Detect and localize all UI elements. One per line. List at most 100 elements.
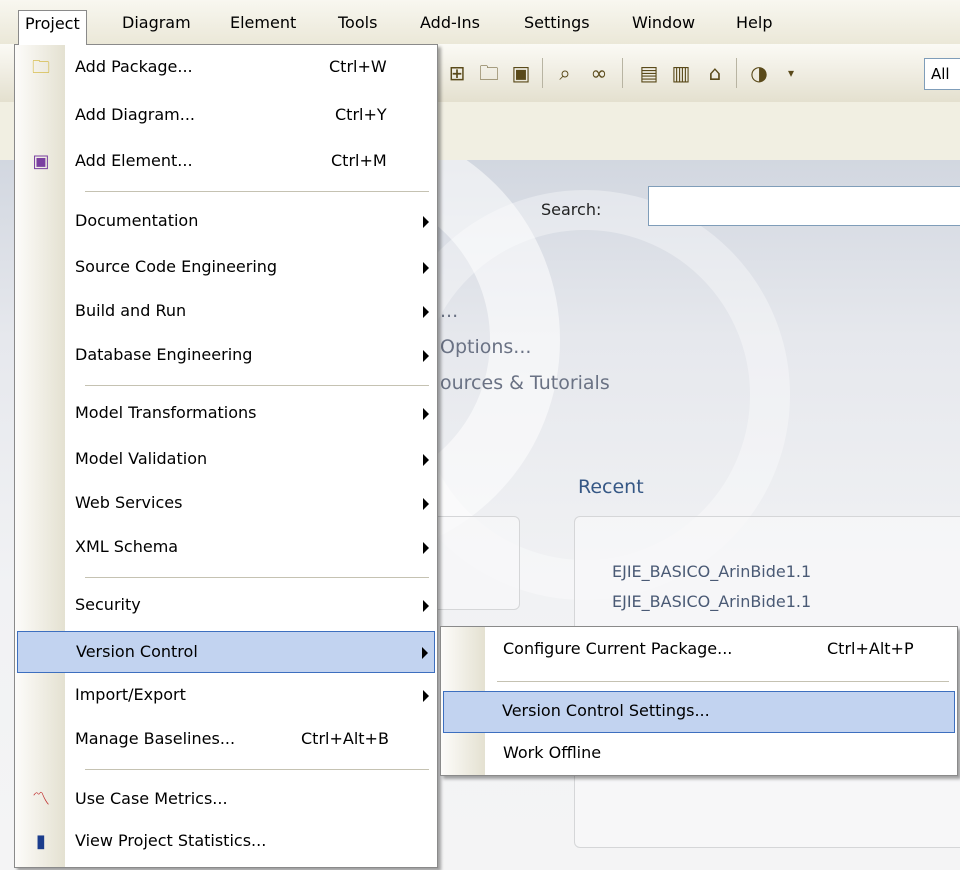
menu-item-shortcut: Ctrl+Y <box>335 105 387 124</box>
menu-item-label: Documentation <box>75 211 199 230</box>
menu-add-ins[interactable]: Add-Ins <box>414 10 486 36</box>
menu-item-shortcut: Ctrl+Alt+B <box>301 729 389 748</box>
submenu-arrow-icon <box>422 647 428 659</box>
toolbar-separator <box>542 58 543 88</box>
menu-separator <box>85 769 429 770</box>
menu-item-shortcut: Ctrl+W <box>329 57 387 76</box>
recent-item[interactable]: EJIE_BASICO_ArinBide1.1 <box>612 592 811 611</box>
menu-item-security[interactable]: Security <box>17 585 435 627</box>
menu-tools-label: Tools <box>338 13 378 32</box>
menu-item-version-control[interactable]: Version Control <box>17 631 435 673</box>
submenu-arrow-icon <box>423 408 429 420</box>
add-element-icon: ▣ <box>32 151 50 172</box>
menu-project-label: Project <box>25 14 80 33</box>
submenu-arrow-icon <box>423 216 429 228</box>
menu-help-label: Help <box>736 13 773 32</box>
search-label: Search: <box>541 200 602 219</box>
menu-item-label: Work Offline <box>503 743 602 762</box>
menu-item-label: Version Control <box>76 642 198 661</box>
menu-separator <box>85 577 429 578</box>
menu-item-use-case-metrics[interactable]: 〽 Use Case Metrics... <box>17 779 435 821</box>
start-link-resources[interactable]: ources & Tutorials <box>440 372 610 394</box>
statistics-bar-icon: ▮ <box>36 831 46 852</box>
menu-element[interactable]: Element <box>224 10 302 36</box>
menu-item-label: View Project Statistics... <box>75 831 267 850</box>
submenu-arrow-icon <box>423 454 429 466</box>
eye-icon[interactable]: ◑ <box>746 60 772 86</box>
menu-item-label: XML Schema <box>75 537 179 556</box>
menu-item-xml-schema[interactable]: XML Schema <box>17 527 435 569</box>
filter-select[interactable]: All <box>924 58 960 90</box>
menu-element-label: Element <box>230 13 297 32</box>
menu-item-label: Model Validation <box>75 449 208 468</box>
add-package-icon: 🗀 <box>32 57 50 78</box>
diagram-icon[interactable]: ⊞ <box>444 60 470 86</box>
menu-item-documentation[interactable]: Documentation <box>17 201 435 243</box>
menu-tools[interactable]: Tools <box>332 10 383 36</box>
menu-item-database-engineering[interactable]: Database Engineering <box>17 335 435 377</box>
menu-window-label: Window <box>632 13 696 32</box>
menu-item-web-services[interactable]: Web Services <box>17 483 435 525</box>
menu-window[interactable]: Window <box>626 10 701 36</box>
menu-item-label: Manage Baselines... <box>75 729 236 748</box>
menu-item-label: Import/Export <box>75 685 186 704</box>
book-icon[interactable]: ▥ <box>668 60 694 86</box>
menu-item-label: Add Package... <box>75 57 193 76</box>
find-icon[interactable]: ⌕ <box>552 60 578 86</box>
overflow-icon[interactable]: ▾ <box>778 60 804 86</box>
menu-item-import-export[interactable]: Import/Export <box>17 675 435 717</box>
menu-item-label: Configure Current Package... <box>503 639 733 658</box>
new-package-icon[interactable]: 🗀 <box>476 60 502 86</box>
menu-item-label: Use Case Metrics... <box>75 789 228 808</box>
menu-settings[interactable]: Settings <box>518 10 596 36</box>
menu-item-version-control-settings[interactable]: Version Control Settings... <box>443 691 955 733</box>
menu-item-model-validation[interactable]: Model Validation <box>17 439 435 481</box>
toolbar-separator <box>736 58 737 88</box>
start-link-options[interactable]: Options... <box>440 336 531 358</box>
version-control-submenu: Configure Current Package... Ctrl+Alt+P … <box>440 626 958 776</box>
menu-item-label: Model Transformations <box>75 403 257 422</box>
recent-item[interactable]: EJIE_BASICO_ArinBide1.1 <box>612 562 811 581</box>
menu-item-view-project-statistics[interactable]: ▮ View Project Statistics... <box>17 821 435 863</box>
submenu-arrow-icon <box>423 600 429 612</box>
recent-title: Recent <box>578 476 644 498</box>
menu-item-label: Add Element... <box>75 151 193 170</box>
menu-item-shortcut: Ctrl+M <box>331 151 387 170</box>
menu-item-configure-current-package[interactable]: Configure Current Package... Ctrl+Alt+P <box>443 629 955 671</box>
menu-item-label: Source Code Engineering <box>75 257 278 276</box>
menu-settings-label: Settings <box>524 13 590 32</box>
menu-separator <box>497 681 949 682</box>
submenu-arrow-icon <box>423 542 429 554</box>
menu-item-source-code-engineering[interactable]: Source Code Engineering <box>17 247 435 289</box>
submenu-arrow-icon <box>423 306 429 318</box>
toolbar-separator <box>622 58 623 88</box>
menu-item-add-diagram[interactable]: Add Diagram... Ctrl+Y <box>17 95 435 137</box>
menu-item-work-offline[interactable]: Work Offline <box>443 733 955 775</box>
menu-item-label: Database Engineering <box>75 345 253 364</box>
menubar: Project Diagram Element Tools Add-Ins Se… <box>0 0 960 45</box>
menu-help[interactable]: Help <box>730 10 778 36</box>
menu-item-manage-baselines[interactable]: Manage Baselines... Ctrl+Alt+B <box>17 719 435 761</box>
menu-item-label: Build and Run <box>75 301 187 320</box>
menu-item-label: Add Diagram... <box>75 105 196 124</box>
filter-select-value: All <box>931 65 950 83</box>
menu-item-add-element[interactable]: ▣ Add Element... Ctrl+M <box>17 141 435 183</box>
binoculars-icon[interactable]: ∞ <box>586 60 612 86</box>
metrics-chart-icon: 〽 <box>32 789 50 810</box>
menu-item-model-transformations[interactable]: Model Transformations <box>17 393 435 435</box>
start-link-partial[interactable]: ... <box>440 300 458 322</box>
menu-project[interactable]: Project <box>18 10 87 45</box>
project-menu: 🗀 Add Package... Ctrl+W Add Diagram... C… <box>14 44 438 868</box>
menu-add-ins-label: Add-Ins <box>420 13 480 32</box>
document-icon[interactable]: ▤ <box>636 60 662 86</box>
menu-item-add-package[interactable]: 🗀 Add Package... Ctrl+W <box>17 47 435 89</box>
menu-item-build-and-run[interactable]: Build and Run <box>17 291 435 333</box>
browse-icon[interactable]: ⌂ <box>702 60 728 86</box>
menu-separator <box>85 385 429 386</box>
menu-item-label: Version Control Settings... <box>502 701 710 720</box>
new-element-icon[interactable]: ▣ <box>508 60 534 86</box>
search-input[interactable] <box>648 186 960 226</box>
menu-diagram[interactable]: Diagram <box>116 10 197 36</box>
submenu-arrow-icon <box>423 262 429 274</box>
menu-item-shortcut: Ctrl+Alt+P <box>827 639 914 658</box>
